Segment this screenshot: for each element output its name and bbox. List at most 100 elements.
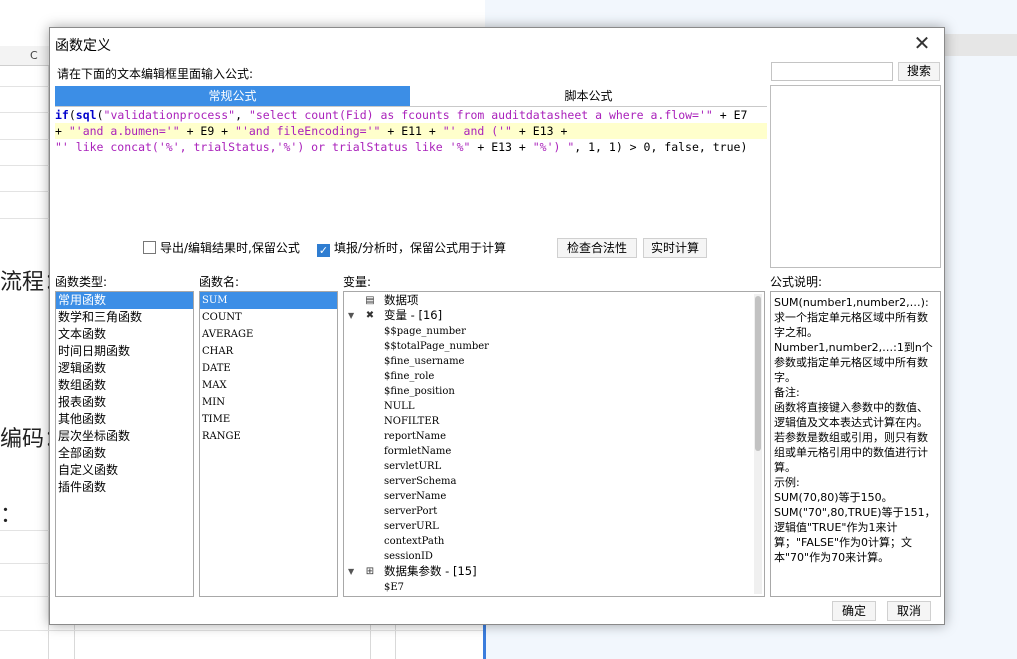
tree-label: $$totalPage_number (384, 341, 489, 352)
list-item[interactable]: MAX (200, 377, 337, 394)
background-accent (483, 620, 486, 659)
tree-item[interactable]: contextPath (384, 534, 444, 549)
list-item[interactable]: COUNT (200, 309, 337, 326)
tree-label: NOFILTER (384, 416, 440, 427)
tab-script-formula[interactable]: 脚本公式 (410, 86, 767, 106)
list-item[interactable]: 全部函数 (56, 445, 193, 462)
formula-token: + E13 + (470, 140, 533, 154)
collapse-arrow-icon[interactable]: ▼ (348, 308, 358, 323)
ok-button[interactable]: 确定 (832, 601, 876, 621)
tree-item[interactable]: $E7 (384, 580, 404, 595)
tab-regular-formula[interactable]: 常规公式 (55, 86, 410, 106)
tree-item[interactable]: $fine_username (384, 354, 464, 369)
checkbox-checked[interactable]: ✓ (317, 244, 330, 257)
tree-label: 数据集参数 - [15] (384, 564, 477, 578)
list-item[interactable]: SUM (200, 292, 337, 309)
collapse-arrow-icon[interactable]: ▼ (348, 564, 358, 579)
formula-token: "'and a.bumen='" (68, 124, 180, 138)
tree-dataset-group[interactable]: ▼ ⊞ 数据集参数 - [15] (348, 564, 477, 579)
keep-formula-fill-option[interactable]: ✓ 填报/分析时，保留公式用于计算 (317, 239, 506, 259)
list-item[interactable]: 其他函数 (56, 411, 193, 428)
formula-token: "' like concat('%', trialStatus,'%') or … (55, 140, 471, 154)
tree-label: 数据项 (384, 293, 419, 307)
list-item[interactable]: CHAR (200, 343, 337, 360)
tree-label: serverPort (384, 506, 438, 517)
list-item[interactable]: 常用函数 (56, 292, 193, 309)
tree-item[interactable]: NULL (384, 399, 414, 414)
formula-token: sql (75, 108, 97, 122)
function-definition-dialog: 函数定义 ✕ 请在下面的文本编辑框里面输入公式: 常规公式 脚本公式 if(sq… (49, 27, 945, 625)
formula-line: + "'and a.bumen='" + E9 + "'and fileEnco… (55, 123, 767, 139)
description-paragraph: 示例: (774, 476, 800, 489)
grid-line (0, 630, 485, 631)
background-label: ： (0, 503, 23, 528)
tree-item[interactable]: serverPort (384, 504, 437, 519)
search-input[interactable] (771, 62, 893, 81)
list-item[interactable]: 时间日期函数 (56, 343, 193, 360)
tree-label: serverSchema (384, 476, 457, 487)
formula-editor[interactable]: if(sql("validationprocess", "select coun… (55, 106, 767, 256)
list-item[interactable]: 数组函数 (56, 377, 193, 394)
list-item[interactable]: DATE (200, 360, 337, 377)
vertical-scrollbar[interactable] (754, 294, 762, 594)
realtime-calc-button[interactable]: 实时计算 (643, 238, 707, 258)
description-paragraph: SUM(number1,number2,…):求一个指定单元格区域中所有数字之和… (774, 296, 929, 339)
formula-token: + E13 + (512, 124, 568, 138)
tree-label: $fine_username (384, 356, 465, 367)
checkbox-unchecked[interactable] (143, 241, 156, 254)
table-icon: ▤ (365, 295, 375, 306)
search-results-list[interactable] (770, 85, 941, 268)
scrollbar-thumb[interactable] (755, 296, 761, 451)
description-paragraph: SUM("70",80,TRUE)等于151，逻辑值"TRUE"作为1来计算；"… (774, 506, 936, 564)
formula-token: ( (96, 108, 104, 122)
formula-token: + E11 + (380, 124, 443, 138)
tree-label: 变量 - [16] (384, 308, 443, 322)
formula-token: "' and ('" (442, 124, 512, 138)
variable-tree[interactable]: ▤ 数据项 ▼ ✖ 变量 - [16] $$page_number $$total… (343, 291, 765, 597)
list-item[interactable]: 文本函数 (56, 326, 193, 343)
close-icon[interactable]: ✕ (910, 32, 934, 56)
function-name-list[interactable]: SUM COUNT AVERAGE CHAR DATE MAX MIN TIME RANGE (199, 291, 338, 597)
tree-item[interactable]: $fine_position (384, 384, 455, 399)
tree-item[interactable]: serverName (384, 489, 446, 504)
background-strip (944, 34, 1017, 56)
tree-item[interactable]: reportName (384, 429, 446, 444)
list-item[interactable]: 自定义函数 (56, 462, 193, 479)
list-item[interactable]: AVERAGE (200, 326, 337, 343)
tree-label: $fine_position (384, 386, 455, 397)
formula-tabs: 常规公式 脚本公式 (55, 86, 767, 106)
list-item[interactable]: TIME (200, 411, 337, 428)
formula-token: if (55, 108, 69, 122)
keep-formula-export-option[interactable]: 导出/编辑结果时,保留公式 (143, 239, 300, 259)
tree-item[interactable]: formletName (384, 444, 451, 459)
list-item[interactable]: MIN (200, 394, 337, 411)
dataset-param-icon: ⊞ (365, 566, 375, 577)
list-item[interactable]: 逻辑函数 (56, 360, 193, 377)
check-validity-button[interactable]: 检查合法性 (557, 238, 637, 258)
formula-token: + E9 + (179, 124, 236, 138)
tree-item[interactable]: $fine_role (384, 369, 434, 384)
tree-item[interactable]: $$page_number (384, 324, 466, 339)
list-item[interactable]: 层次坐标函数 (56, 428, 193, 445)
tree-item[interactable]: NOFILTER (384, 414, 439, 429)
tree-data-items[interactable]: ▤ 数据项 (364, 293, 419, 308)
formula-token: "validationprocess" (103, 108, 236, 122)
tree-item[interactable]: sessionID (384, 549, 433, 564)
list-item[interactable]: 数学和三角函数 (56, 309, 193, 326)
list-item[interactable]: 报表函数 (56, 394, 193, 411)
cancel-button[interactable]: 取消 (887, 601, 931, 621)
list-item[interactable]: 插件函数 (56, 479, 193, 496)
tree-item[interactable]: servletURL (384, 459, 441, 474)
function-type-list[interactable]: 常用函数 数学和三角函数 文本函数 时间日期函数 逻辑函数 数组函数 报表函数 其他函数 层次坐… (55, 291, 194, 597)
formula-token: + E7 (712, 108, 748, 122)
list-item[interactable]: RANGE (200, 428, 337, 445)
search-button[interactable]: 搜索 (898, 62, 940, 81)
tree-item[interactable]: serverSchema (384, 474, 456, 489)
tree-variable-group[interactable]: ▼ ✖ 变量 - [16] (348, 308, 442, 323)
formula-token: + (55, 124, 69, 138)
formula-line: "' like concat('%', trialStatus,'%') or … (55, 139, 767, 155)
formula-token: , 1, 1) > 0, false, true) (574, 140, 748, 154)
function-type-label: 函数类型: (55, 275, 108, 289)
tree-item[interactable]: serverURL (384, 519, 439, 534)
tree-item[interactable]: $$totalPage_number (384, 339, 489, 354)
